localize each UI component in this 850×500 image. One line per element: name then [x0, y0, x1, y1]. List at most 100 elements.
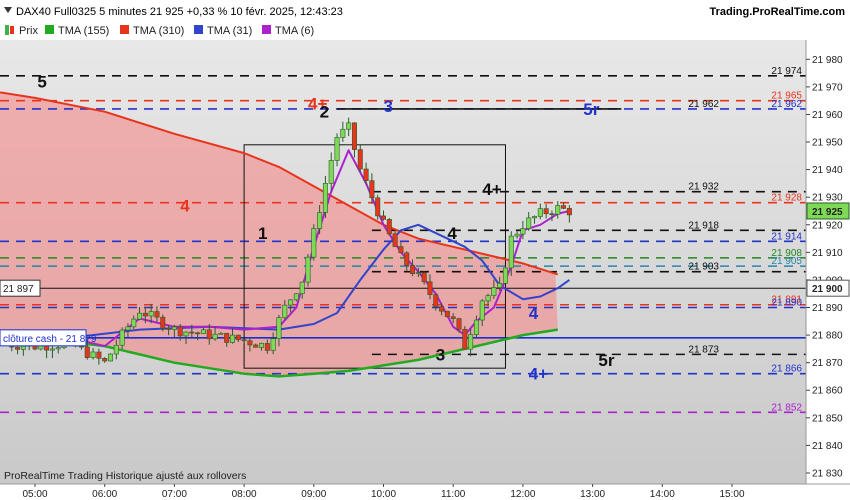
candle[interactable] — [334, 137, 340, 161]
candle[interactable] — [305, 256, 311, 283]
candle[interactable] — [200, 329, 206, 334]
candle[interactable] — [183, 331, 189, 337]
candle[interactable] — [526, 217, 532, 229]
candle[interactable] — [282, 304, 288, 319]
candle[interactable] — [218, 332, 224, 335]
candle[interactable] — [322, 183, 328, 213]
candle[interactable] — [212, 333, 218, 340]
level-label: 21 918 — [688, 220, 719, 231]
candle[interactable] — [404, 252, 410, 266]
candle[interactable] — [270, 338, 276, 351]
candle[interactable] — [276, 317, 282, 339]
candle[interactable] — [166, 328, 172, 330]
level-label: 21 962 — [688, 99, 719, 110]
candle[interactable] — [253, 344, 259, 348]
legend-label: TMA (6) — [275, 25, 314, 37]
candle[interactable] — [439, 306, 445, 312]
candle[interactable] — [421, 272, 427, 283]
candle[interactable] — [148, 311, 154, 317]
candle[interactable] — [177, 326, 183, 337]
candle[interactable] — [502, 267, 508, 284]
candle[interactable] — [108, 353, 114, 362]
candle[interactable] — [555, 205, 561, 215]
candle[interactable] — [468, 334, 474, 350]
candle[interactable] — [293, 293, 299, 301]
candle[interactable] — [328, 160, 334, 184]
candle[interactable] — [369, 180, 375, 199]
candle[interactable] — [317, 212, 323, 229]
candle[interactable] — [491, 287, 497, 296]
candle[interactable] — [84, 346, 90, 358]
candle[interactable] — [119, 329, 125, 346]
candle[interactable] — [247, 340, 253, 346]
candle[interactable] — [532, 216, 538, 219]
candle[interactable] — [508, 235, 514, 269]
candle[interactable] — [514, 233, 520, 237]
candle[interactable] — [427, 281, 433, 295]
candle[interactable] — [543, 208, 549, 215]
level-label: 21 866 — [771, 364, 802, 375]
candle[interactable] — [380, 215, 386, 220]
y-tick-label: 21 870 — [812, 358, 843, 369]
candle[interactable] — [537, 208, 543, 217]
candle[interactable] — [444, 310, 450, 318]
candle[interactable] — [235, 334, 241, 341]
candle[interactable] — [386, 219, 392, 235]
candle[interactable] — [90, 351, 96, 358]
candle[interactable] — [479, 300, 485, 321]
candle[interactable] — [113, 344, 119, 355]
candle[interactable] — [456, 318, 462, 330]
chart-window: DAX40 Full0325 5 minutes 21 925 +0,33 % … — [0, 0, 850, 500]
candle[interactable] — [154, 311, 160, 318]
candle[interactable] — [224, 332, 230, 343]
candle[interactable] — [520, 228, 526, 235]
candle[interactable] — [206, 329, 212, 340]
candle[interactable] — [561, 205, 567, 209]
candle[interactable] — [410, 265, 416, 274]
close-value-label: 21 897 — [3, 284, 34, 295]
candle[interactable] — [351, 122, 357, 150]
candle[interactable] — [259, 343, 265, 348]
candle[interactable] — [433, 294, 439, 307]
y-tick-label: 21 950 — [812, 138, 843, 149]
candle[interactable] — [363, 168, 369, 181]
candle[interactable] — [398, 246, 404, 254]
wave-label: 4 — [180, 196, 190, 215]
candle[interactable] — [357, 149, 363, 170]
candle[interactable] — [20, 345, 26, 350]
candle[interactable] — [288, 299, 294, 306]
candle[interactable] — [473, 319, 479, 335]
candle[interactable] — [102, 358, 108, 362]
level-label: 21 932 — [688, 182, 719, 193]
candle[interactable] — [346, 122, 352, 130]
candle[interactable] — [264, 343, 270, 351]
candle[interactable] — [497, 282, 503, 288]
candle[interactable] — [229, 334, 235, 343]
candle[interactable] — [171, 326, 177, 330]
candle[interactable] — [189, 331, 195, 334]
candle[interactable] — [125, 326, 131, 331]
candle[interactable] — [485, 295, 491, 302]
candle[interactable] — [49, 348, 55, 351]
candle[interactable] — [241, 339, 247, 342]
candle[interactable] — [131, 318, 137, 328]
candle[interactable] — [462, 328, 468, 350]
candle[interactable] — [195, 332, 201, 335]
candle[interactable] — [415, 272, 421, 274]
candle[interactable] — [392, 233, 398, 247]
candle[interactable] — [160, 316, 166, 329]
candle[interactable] — [340, 128, 346, 138]
candle[interactable] — [311, 228, 317, 258]
candle[interactable] — [450, 316, 456, 319]
candle[interactable] — [55, 347, 61, 350]
level-label: 21 873 — [688, 344, 719, 355]
level-label: 21 928 — [771, 193, 802, 204]
candle[interactable] — [142, 312, 148, 317]
candle[interactable] — [375, 197, 381, 217]
candle[interactable] — [96, 351, 102, 359]
candle[interactable] — [137, 312, 143, 320]
candle[interactable] — [549, 213, 555, 216]
candle[interactable] — [15, 346, 21, 350]
candle[interactable] — [299, 281, 305, 295]
candle[interactable] — [566, 208, 572, 216]
